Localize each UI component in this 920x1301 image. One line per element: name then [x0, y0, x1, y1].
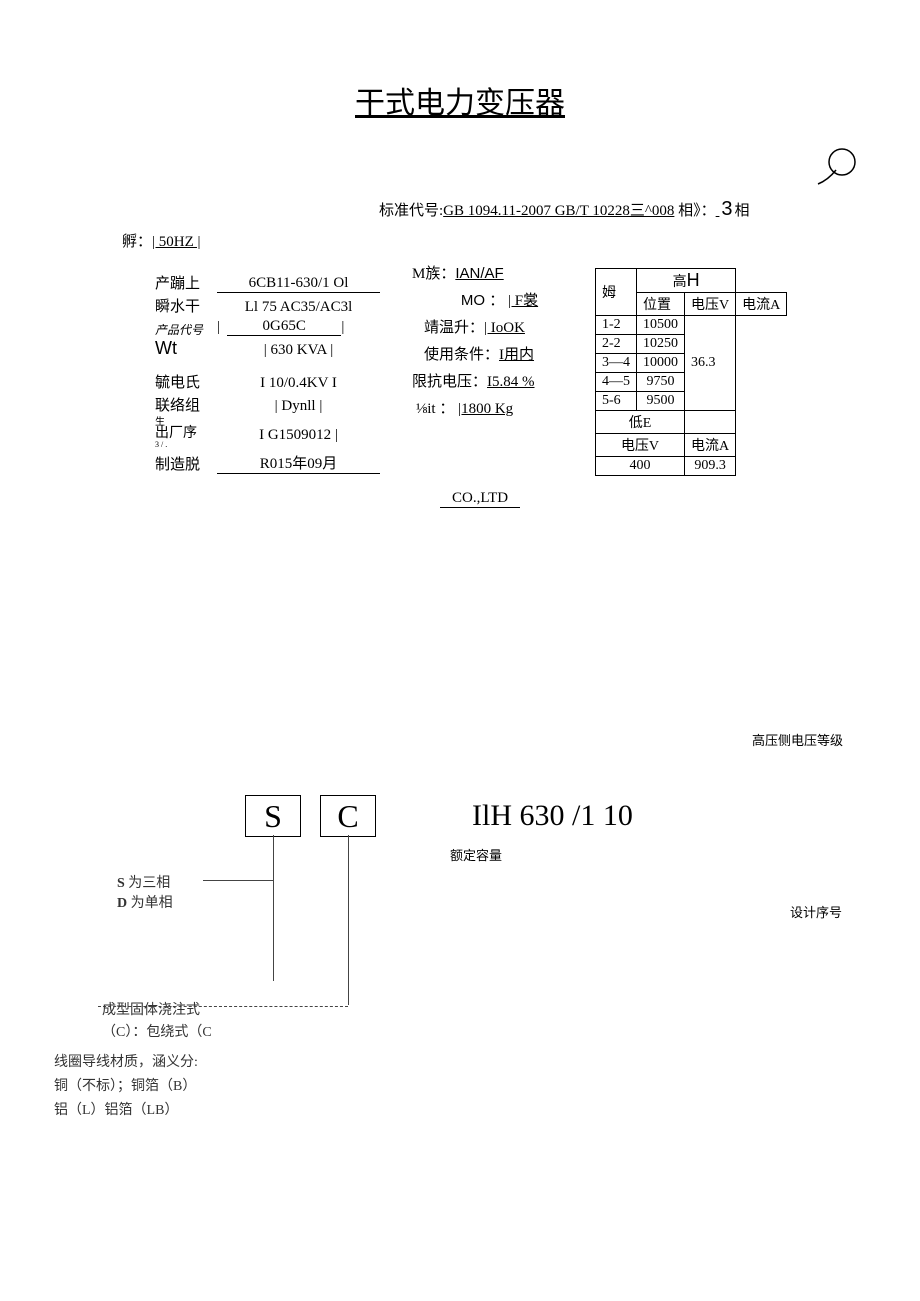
table-cell: 4—5 — [596, 373, 637, 392]
phase-number: 3 — [721, 198, 732, 220]
table-cell: 10250 — [637, 335, 685, 354]
connector-line — [203, 880, 273, 881]
table-header: 电流A — [736, 293, 787, 316]
table-cell — [685, 411, 736, 434]
spec-value: 0G65C — [227, 318, 341, 336]
freq-label: 孵： — [122, 234, 152, 250]
spec-value: | Dynll | — [217, 398, 380, 415]
table-cell: 400 — [596, 457, 685, 476]
spec-value: I 10/0.4KV I — [217, 375, 380, 392]
spec-row: 限抗电压：I5.84 % — [412, 370, 587, 391]
wire-legend: 线圈导线材质，涵义分: 铜（不标）；铜箔（B） 铝（L）铝箔（LB） — [54, 1051, 198, 1123]
frequency-line: 孵：| 50HZ | — [122, 230, 201, 251]
freq-value: | 50HZ | — [152, 234, 201, 250]
table-header: 低E — [596, 411, 685, 434]
spec-label: 产蹦上 — [155, 272, 217, 293]
phase-blank — [716, 203, 720, 219]
spec-label: 制造脱 — [155, 453, 217, 474]
spec-label: 联络组 — [155, 394, 217, 415]
spec-value: Ll 75 AC35/AC3l — [217, 299, 380, 316]
spec-label: 生出厂序3 / . — [155, 417, 217, 450]
box-s: S — [245, 795, 301, 837]
mid-spec-block: M族：IAN/AF MO ： | F裳 靖温升：| IoOK 使用条件：I用内 … — [412, 262, 587, 424]
mold-legend: 成型固体浇注式 （C）：包绕式（C — [102, 1000, 212, 1044]
box-c: C — [320, 795, 376, 837]
connector-line — [348, 835, 349, 1005]
standard-code: GB 1094.11-2007 GB/T 10228三^008 — [443, 203, 674, 219]
table-header: 位置 — [637, 293, 685, 316]
spec-value: 6CB11-630/1 Ol — [217, 275, 380, 293]
page-title: 干式电力变压器 — [0, 78, 920, 122]
spec-row: 使用条件：I用内 — [412, 343, 587, 364]
spec-row: M族：IAN/AF — [412, 262, 587, 283]
spec-label: 瞬水干 — [155, 295, 217, 316]
left-spec-block: 产蹦上6CB11-630/1 Ol 瞬水干Ll 75 AC35/AC3l 产品代… — [155, 272, 380, 476]
connector-line — [273, 835, 274, 981]
table-header: 姆 — [596, 269, 637, 316]
rated-capacity-label: 额定容量 — [450, 845, 502, 864]
table-cell: 3—4 — [596, 354, 637, 373]
hv-class-label: 高压侧电压等级 — [752, 730, 843, 749]
table-cell: 36.3 — [685, 316, 736, 411]
model-code: IlH 630 /1 10 — [472, 799, 633, 833]
spec-value: I G1509012 | — [217, 417, 380, 444]
table-cell: 909.3 — [685, 457, 736, 476]
spec-row: 靖温升：| IoOK — [412, 316, 587, 337]
tap-table: 姆高H 位置电压V电流A 1-21050036.3 2-210250 3—410… — [595, 268, 787, 476]
table-header: 电压V — [685, 293, 736, 316]
spec-value: R015年09月 — [217, 452, 380, 474]
phase-legend: S S 为三相为三相 D 为单相 — [117, 872, 173, 912]
table-cell: 9500 — [637, 392, 685, 411]
table-header: 高H — [637, 269, 736, 293]
table-header: 电流A — [685, 434, 736, 457]
table-cell: 9750 — [637, 373, 685, 392]
standard-label: 标准代号: — [379, 203, 443, 219]
table-cell: 2-2 — [596, 335, 637, 354]
table-header: 电压V — [596, 434, 685, 457]
spec-value: | 630 KVA | — [217, 342, 380, 359]
spec-row: ⅛it ： |1800 Kg — [412, 397, 587, 418]
phase-label: 相》： — [678, 203, 716, 219]
table-cell: 1-2 — [596, 316, 637, 335]
phase-suffix: 相 — [735, 203, 750, 219]
approval-mark — [814, 146, 858, 186]
spec-label: 毓电氏 — [155, 371, 217, 392]
spec-row: MO ： | F裳 — [412, 289, 587, 310]
design-number-label: 设计序号 — [790, 902, 842, 921]
manufacturer: CO.,LTD — [440, 490, 520, 508]
spec-prefix: | — [217, 319, 227, 336]
table-cell: 5-6 — [596, 392, 637, 411]
spec-label: 产品代号 — [155, 324, 217, 336]
table-cell: 10000 — [637, 354, 685, 373]
table-cell: 10500 — [637, 316, 685, 335]
spec-label-wt: Wt — [155, 338, 217, 359]
standard-line: 标准代号:GB 1094.11-2007 GB/T 10228三^008 相》：… — [379, 198, 750, 221]
